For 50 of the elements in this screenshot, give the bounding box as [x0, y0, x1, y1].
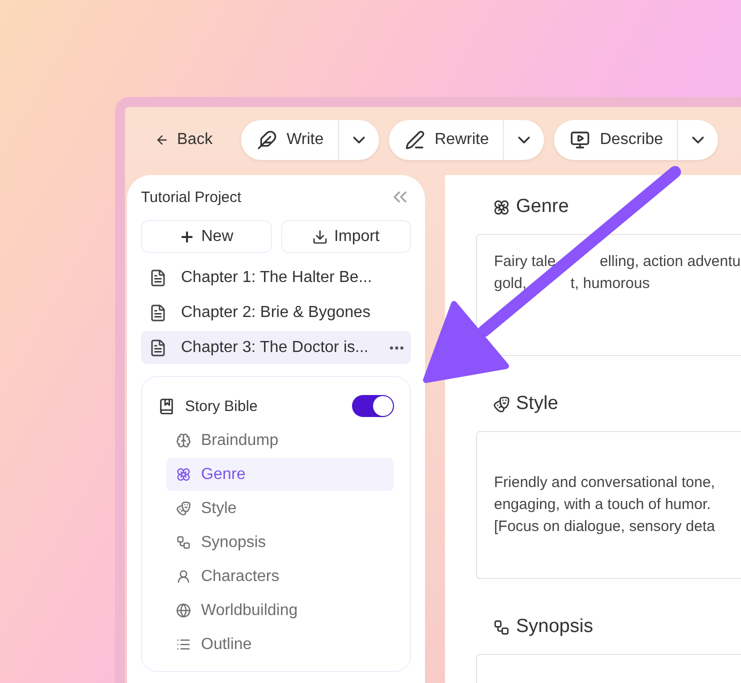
story-bible-title: Story Bible: [185, 398, 259, 414]
plus-icon: [179, 228, 196, 244]
chapter-item[interactable]: Chapter 2: Brie & Bygones: [141, 296, 411, 329]
text-fragment: Friendly and conversational tone,: [494, 473, 715, 493]
nav-item[interactable]: Genre: [166, 458, 394, 491]
nav-item[interactable]: Worldbuilding: [166, 594, 394, 627]
outline-icon: [176, 637, 191, 652]
characters-icon: [176, 569, 191, 584]
braindump-icon: [176, 433, 191, 448]
more-button[interactable]: •••: [389, 340, 405, 354]
section-title: Style: [493, 390, 741, 418]
document-icon: [149, 268, 167, 286]
document-icon: [149, 338, 167, 356]
document-icon: [149, 304, 167, 322]
action-button[interactable]: Rewrite: [388, 120, 504, 160]
text-fragment: gold,: [494, 274, 527, 294]
nav-item[interactable]: Style: [166, 492, 394, 525]
text-fragment: [Focus on dialogue, sensory deta: [494, 517, 715, 537]
style-icon: [493, 396, 510, 412]
text-fragment: engaging, with a touch of humor.: [494, 495, 711, 515]
text-area[interactable]: Friendly and conversational tone, engaging, with a touch of humor. [Focus on dialogue, sensory deta: [476, 431, 741, 579]
section-title: Synopsis: [493, 613, 741, 641]
genre-icon: [176, 467, 191, 482]
feather-icon: [256, 130, 277, 150]
back-button[interactable]: Back: [155, 131, 213, 149]
worldbuilding-icon: [176, 603, 191, 618]
nav-item[interactable]: Outline: [166, 628, 394, 661]
genre-icon: [493, 198, 510, 216]
text-fragment: elling, action adventu: [600, 252, 741, 272]
action-button[interactable]: Describe: [554, 120, 678, 160]
book-icon: [158, 398, 175, 414]
project-title: Tutorial Project: [141, 188, 242, 206]
pen-icon: [404, 130, 425, 150]
download-icon: [312, 228, 328, 244]
chapter-item[interactable]: Chapter 3: The Doctor is... •••: [141, 331, 411, 364]
synopsis-icon: [176, 535, 191, 550]
section-title: Genre: [493, 193, 741, 221]
text-fragment: t, humorous: [570, 274, 650, 294]
monitor-icon: [570, 130, 590, 150]
nav-item[interactable]: Synopsis: [166, 526, 394, 559]
style-icon: [176, 501, 191, 516]
new-button[interactable]: New: [141, 220, 272, 253]
synopsis-icon: [493, 618, 510, 636]
nav-item[interactable]: Braindump: [166, 424, 394, 457]
text-fragment: Fairy tale: [494, 252, 556, 272]
nav-item[interactable]: Characters: [166, 560, 394, 593]
toggle-switch[interactable]: [352, 395, 394, 417]
import-button[interactable]: Import: [280, 220, 411, 253]
chapter-item[interactable]: Chapter 1: The Halter Be...: [141, 261, 411, 294]
action-button[interactable]: Write: [240, 120, 339, 160]
